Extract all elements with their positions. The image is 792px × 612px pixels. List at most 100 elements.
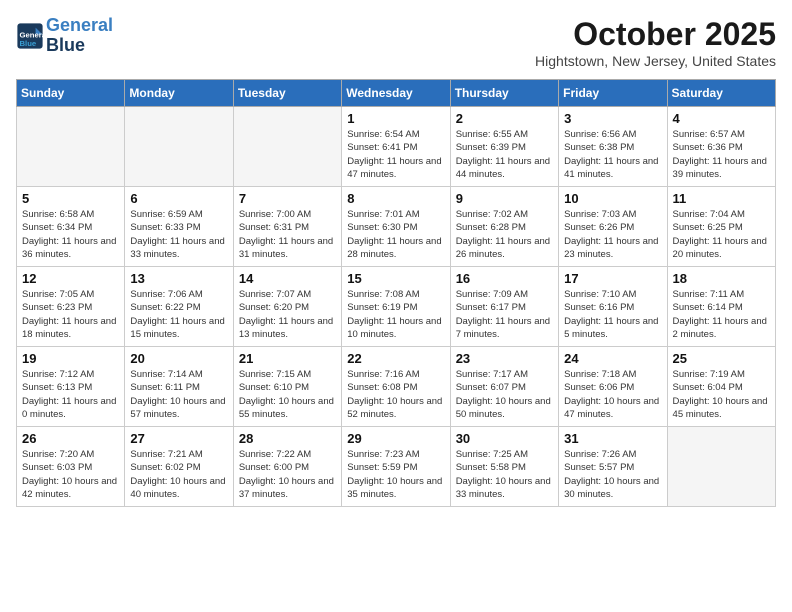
day-info: Sunrise: 6:58 AM Sunset: 6:34 PM Dayligh… [22, 208, 119, 261]
day-info: Sunrise: 7:16 AM Sunset: 6:08 PM Dayligh… [347, 368, 444, 421]
calendar-week-2: 5 Sunrise: 6:58 AM Sunset: 6:34 PM Daylig… [17, 187, 776, 267]
day-info: Sunrise: 7:01 AM Sunset: 6:30 PM Dayligh… [347, 208, 444, 261]
calendar-cell: 5 Sunrise: 6:58 AM Sunset: 6:34 PM Daylig… [17, 187, 125, 267]
calendar-cell: 9 Sunrise: 7:02 AM Sunset: 6:28 PM Daylig… [450, 187, 558, 267]
day-info: Sunrise: 7:17 AM Sunset: 6:07 PM Dayligh… [456, 368, 553, 421]
day-number: 9 [456, 191, 553, 206]
calendar-week-3: 12 Sunrise: 7:05 AM Sunset: 6:23 PM Dayli… [17, 267, 776, 347]
calendar-cell: 12 Sunrise: 7:05 AM Sunset: 6:23 PM Dayli… [17, 267, 125, 347]
day-number: 24 [564, 351, 661, 366]
location: Hightstown, New Jersey, United States [535, 53, 776, 69]
day-info: Sunrise: 7:08 AM Sunset: 6:19 PM Dayligh… [347, 288, 444, 341]
day-number: 1 [347, 111, 444, 126]
day-info: Sunrise: 7:10 AM Sunset: 6:16 PM Dayligh… [564, 288, 661, 341]
calendar-cell: 21 Sunrise: 7:15 AM Sunset: 6:10 PM Dayli… [233, 347, 341, 427]
day-number: 21 [239, 351, 336, 366]
page-header: General Blue GeneralBlue October 2025 Hi… [16, 16, 776, 69]
weekday-header-wednesday: Wednesday [342, 80, 450, 107]
day-number: 20 [130, 351, 227, 366]
day-number: 10 [564, 191, 661, 206]
day-number: 19 [22, 351, 119, 366]
svg-text:General: General [20, 30, 45, 39]
day-number: 3 [564, 111, 661, 126]
calendar-cell: 6Sunrise: 6:59 AM Sunset: 6:33 PM Daylig… [125, 187, 233, 267]
day-number: 2 [456, 111, 553, 126]
day-number: 16 [456, 271, 553, 286]
calendar-cell: 8Sunrise: 7:01 AM Sunset: 6:30 PM Daylig… [342, 187, 450, 267]
weekday-header-thursday: Thursday [450, 80, 558, 107]
day-info: Sunrise: 7:26 AM Sunset: 5:57 PM Dayligh… [564, 448, 661, 501]
day-number: 28 [239, 431, 336, 446]
logo: General Blue GeneralBlue [16, 16, 113, 56]
calendar-cell: 26Sunrise: 7:20 AM Sunset: 6:03 PM Dayli… [17, 427, 125, 507]
calendar-cell [667, 427, 775, 507]
day-number: 11 [673, 191, 770, 206]
day-info: Sunrise: 7:12 AM Sunset: 6:13 PM Dayligh… [22, 368, 119, 421]
calendar-cell: 25 Sunrise: 7:19 AM Sunset: 6:04 PM Dayli… [667, 347, 775, 427]
calendar-cell [233, 107, 341, 187]
calendar-week-4: 19 Sunrise: 7:12 AM Sunset: 6:13 PM Dayli… [17, 347, 776, 427]
calendar-table: SundayMondayTuesdayWednesdayThursdayFrid… [16, 79, 776, 507]
calendar-cell: 10Sunrise: 7:03 AM Sunset: 6:26 PM Dayli… [559, 187, 667, 267]
calendar-cell: 23 Sunrise: 7:17 AM Sunset: 6:07 PM Dayli… [450, 347, 558, 427]
calendar-cell: 1 Sunrise: 6:54 AM Sunset: 6:41 PM Daylig… [342, 107, 450, 187]
calendar-cell: 3 Sunrise: 6:56 AM Sunset: 6:38 PM Daylig… [559, 107, 667, 187]
day-info: Sunrise: 6:54 AM Sunset: 6:41 PM Dayligh… [347, 128, 444, 181]
calendar-cell: 19 Sunrise: 7:12 AM Sunset: 6:13 PM Dayli… [17, 347, 125, 427]
calendar-cell [125, 107, 233, 187]
calendar-cell: 15 Sunrise: 7:08 AM Sunset: 6:19 PM Dayli… [342, 267, 450, 347]
day-info: Sunrise: 7:14 AM Sunset: 6:11 PM Dayligh… [130, 368, 227, 421]
day-number: 29 [347, 431, 444, 446]
day-number: 12 [22, 271, 119, 286]
day-number: 30 [456, 431, 553, 446]
day-number: 31 [564, 431, 661, 446]
day-info: Sunrise: 7:04 AM Sunset: 6:25 PM Dayligh… [673, 208, 770, 261]
calendar-cell: 28 Sunrise: 7:22 AM Sunset: 6:00 PM Dayli… [233, 427, 341, 507]
day-number: 23 [456, 351, 553, 366]
day-number: 6 [130, 191, 227, 206]
calendar-cell: 13Sunrise: 7:06 AM Sunset: 6:22 PM Dayli… [125, 267, 233, 347]
calendar-cell: 31 Sunrise: 7:26 AM Sunset: 5:57 PM Dayli… [559, 427, 667, 507]
calendar-cell: 20 Sunrise: 7:14 AM Sunset: 6:11 PM Dayli… [125, 347, 233, 427]
logo-text: GeneralBlue [46, 16, 113, 56]
day-number: 14 [239, 271, 336, 286]
day-number: 4 [673, 111, 770, 126]
calendar-week-1: 1 Sunrise: 6:54 AM Sunset: 6:41 PM Daylig… [17, 107, 776, 187]
calendar-cell: 22Sunrise: 7:16 AM Sunset: 6:08 PM Dayli… [342, 347, 450, 427]
calendar-cell: 16Sunrise: 7:09 AM Sunset: 6:17 PM Dayli… [450, 267, 558, 347]
day-number: 5 [22, 191, 119, 206]
calendar-cell: 18 Sunrise: 7:11 AM Sunset: 6:14 PM Dayli… [667, 267, 775, 347]
day-info: Sunrise: 6:57 AM Sunset: 6:36 PM Dayligh… [673, 128, 770, 181]
day-info: Sunrise: 7:00 AM Sunset: 6:31 PM Dayligh… [239, 208, 336, 261]
day-number: 7 [239, 191, 336, 206]
day-number: 15 [347, 271, 444, 286]
day-info: Sunrise: 7:15 AM Sunset: 6:10 PM Dayligh… [239, 368, 336, 421]
calendar-cell: 30 Sunrise: 7:25 AM Sunset: 5:58 PM Dayli… [450, 427, 558, 507]
calendar-cell: 29 Sunrise: 7:23 AM Sunset: 5:59 PM Dayli… [342, 427, 450, 507]
calendar-cell: 24 Sunrise: 7:18 AM Sunset: 6:06 PM Dayli… [559, 347, 667, 427]
day-info: Sunrise: 7:19 AM Sunset: 6:04 PM Dayligh… [673, 368, 770, 421]
day-info: Sunrise: 6:56 AM Sunset: 6:38 PM Dayligh… [564, 128, 661, 181]
month-title: October 2025 [535, 16, 776, 53]
day-number: 27 [130, 431, 227, 446]
calendar-week-5: 26Sunrise: 7:20 AM Sunset: 6:03 PM Dayli… [17, 427, 776, 507]
day-info: Sunrise: 7:23 AM Sunset: 5:59 PM Dayligh… [347, 448, 444, 501]
calendar-cell: 17 Sunrise: 7:10 AM Sunset: 6:16 PM Dayli… [559, 267, 667, 347]
day-info: Sunrise: 7:22 AM Sunset: 6:00 PM Dayligh… [239, 448, 336, 501]
day-info: Sunrise: 7:02 AM Sunset: 6:28 PM Dayligh… [456, 208, 553, 261]
calendar-cell: 7 Sunrise: 7:00 AM Sunset: 6:31 PM Daylig… [233, 187, 341, 267]
calendar-cell: 4 Sunrise: 6:57 AM Sunset: 6:36 PM Daylig… [667, 107, 775, 187]
day-number: 25 [673, 351, 770, 366]
day-number: 17 [564, 271, 661, 286]
day-info: Sunrise: 7:07 AM Sunset: 6:20 PM Dayligh… [239, 288, 336, 341]
day-number: 18 [673, 271, 770, 286]
day-info: Sunrise: 7:21 AM Sunset: 6:02 PM Dayligh… [130, 448, 227, 501]
svg-text:Blue: Blue [20, 39, 37, 48]
day-info: Sunrise: 7:25 AM Sunset: 5:58 PM Dayligh… [456, 448, 553, 501]
day-info: Sunrise: 7:18 AM Sunset: 6:06 PM Dayligh… [564, 368, 661, 421]
day-number: 26 [22, 431, 119, 446]
title-block: October 2025 Hightstown, New Jersey, Uni… [535, 16, 776, 69]
day-info: Sunrise: 7:05 AM Sunset: 6:23 PM Dayligh… [22, 288, 119, 341]
weekday-header-row: SundayMondayTuesdayWednesdayThursdayFrid… [17, 80, 776, 107]
day-info: Sunrise: 7:11 AM Sunset: 6:14 PM Dayligh… [673, 288, 770, 341]
